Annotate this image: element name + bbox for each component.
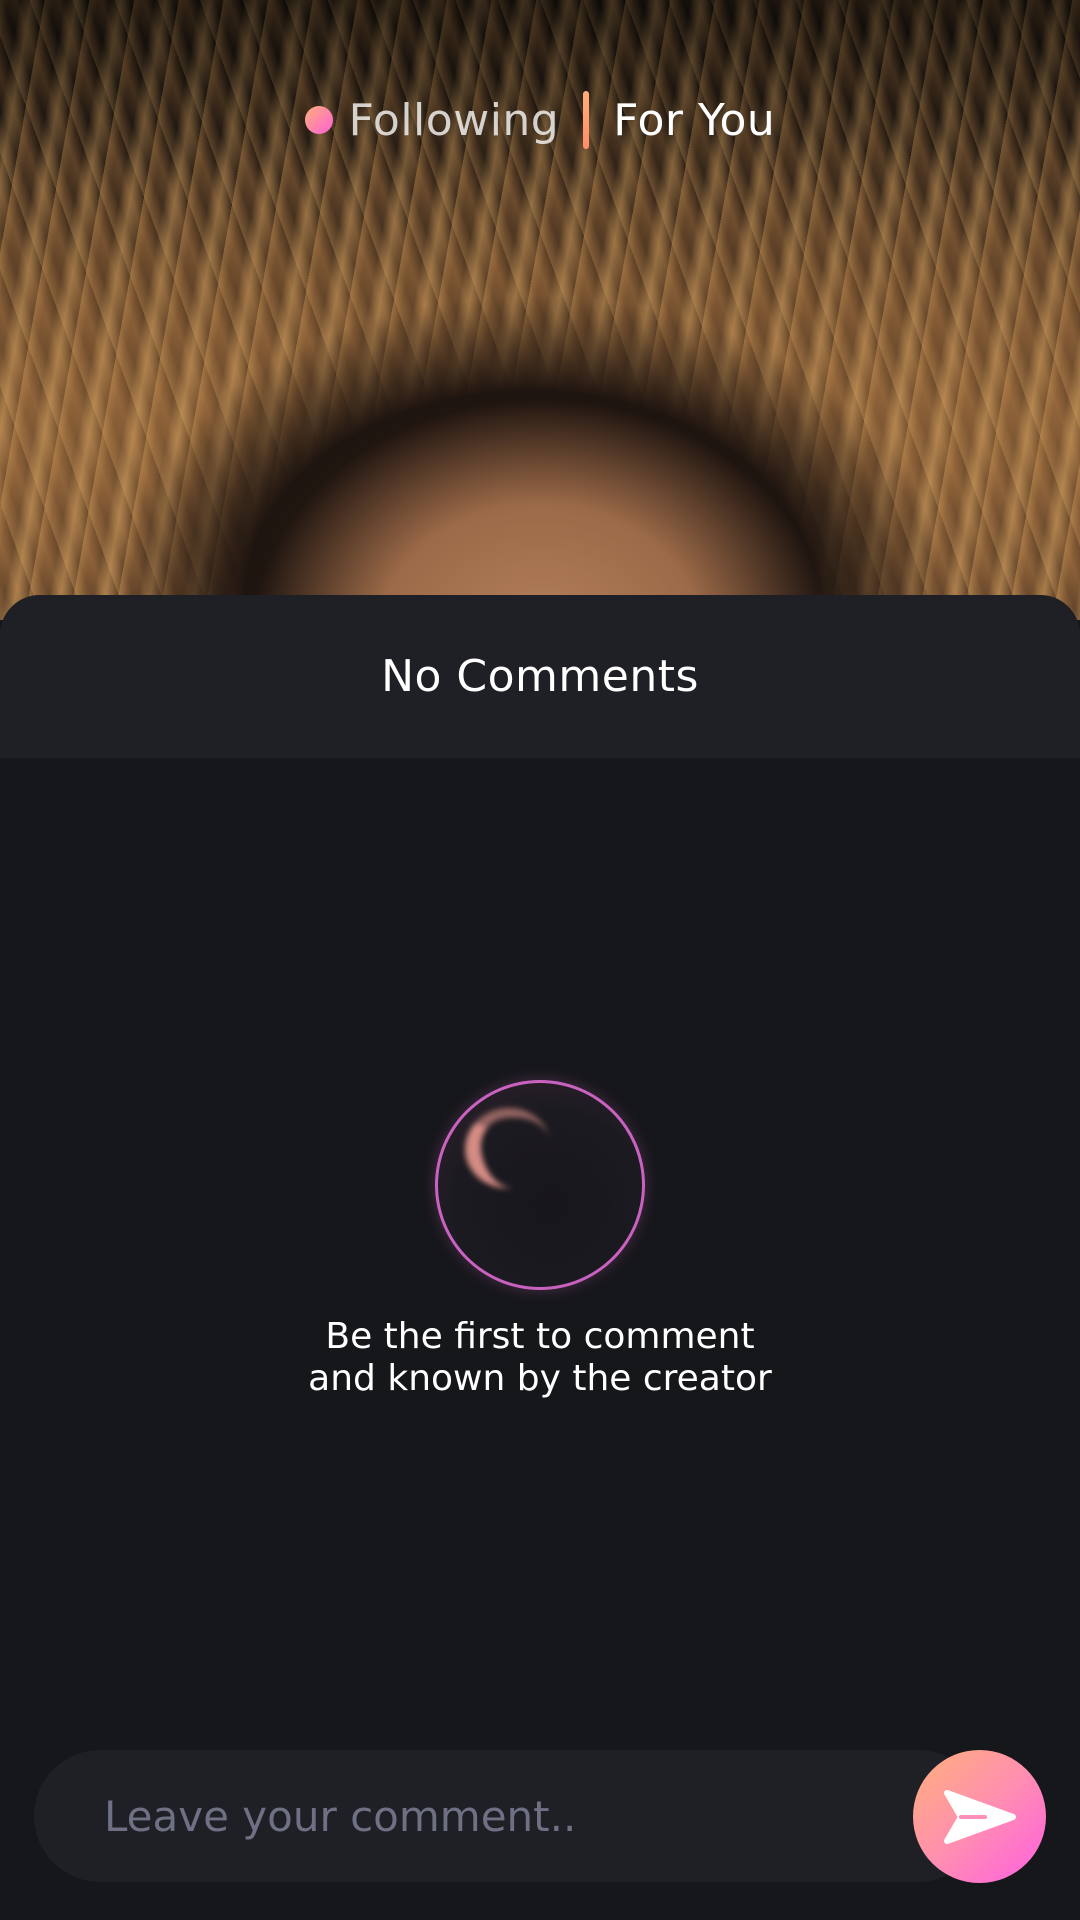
empty-state-message: Be the first to comment and known by the…: [308, 1316, 772, 1400]
empty-state-line-2: and known by the creator: [308, 1358, 772, 1399]
tab-following[interactable]: Following: [349, 95, 560, 146]
comment-input[interactable]: [104, 1791, 884, 1841]
empty-state: Be the first to comment and known by the…: [0, 1080, 1080, 1400]
send-button[interactable]: [913, 1750, 1046, 1883]
tab-divider: [583, 91, 590, 149]
bubble-icon: [435, 1080, 645, 1290]
tab-for-you[interactable]: For You: [613, 95, 775, 146]
comments-title: No Comments: [381, 651, 699, 702]
comments-header: No Comments: [0, 595, 1080, 758]
empty-state-line-1: Be the first to comment: [325, 1316, 755, 1357]
live-dot-icon: [304, 106, 333, 134]
send-icon: [943, 1789, 1016, 1844]
comments-sheet: No Comments Be the first to comment and …: [0, 595, 1080, 1920]
comment-input-bar: [34, 1750, 984, 1882]
feed-tabs: Following For You: [0, 88, 1080, 152]
screen: Following For You No Comments Be the fir…: [0, 0, 1080, 1920]
